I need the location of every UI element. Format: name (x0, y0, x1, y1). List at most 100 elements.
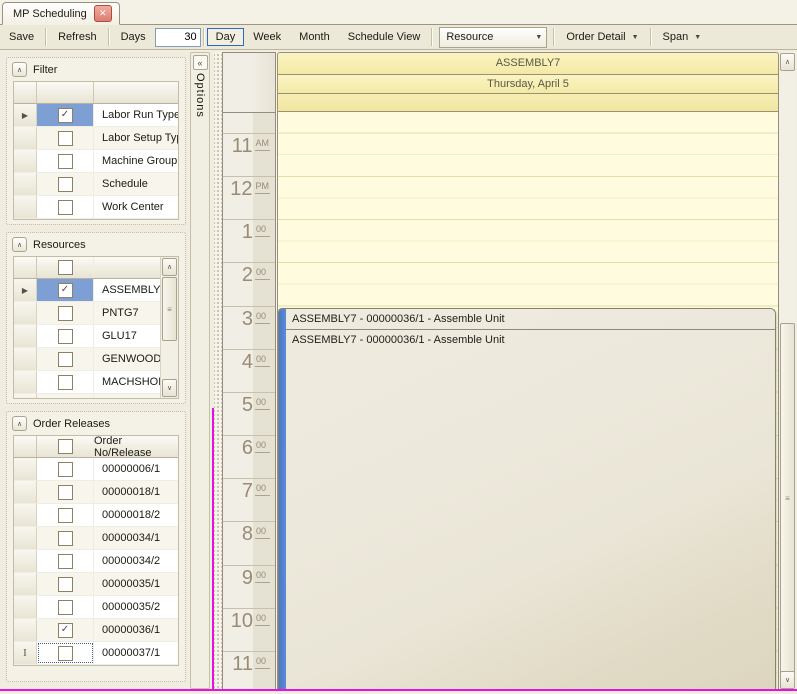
row-selector[interactable] (14, 173, 37, 195)
row-selector[interactable] (14, 371, 37, 393)
current-row-arrow-icon[interactable]: ▶ (14, 104, 37, 126)
span-menu-button[interactable]: Span ▼ (654, 28, 711, 46)
appointment-body[interactable]: ASSEMBLY7 - 00000036/1 - Assemble UnitAS… (286, 309, 775, 690)
checkbox-cell[interactable] (37, 196, 94, 218)
checkbox-cell[interactable] (37, 394, 94, 399)
checkbox-cell[interactable] (37, 550, 94, 572)
table-row[interactable]: WELD7 (14, 394, 161, 399)
table-row[interactable]: 00000006/1 (14, 458, 178, 481)
table-row[interactable]: 00000018/2 (14, 504, 178, 527)
checkbox-cell[interactable] (37, 458, 94, 480)
day-view-button[interactable]: Day (207, 28, 245, 46)
table-row[interactable]: Schedule (14, 173, 178, 196)
expand-chevron-icon[interactable]: « (193, 55, 208, 70)
days-count-input[interactable] (155, 28, 201, 47)
checkbox-cell[interactable] (37, 325, 94, 347)
table-row[interactable]: 00000034/1 (14, 527, 178, 550)
row-selector[interactable]: I (14, 642, 37, 664)
checkbox-cell[interactable]: ✓ (37, 279, 94, 301)
table-row[interactable]: ▶✓Labor Run Type (14, 104, 178, 127)
table-row[interactable]: MACHSHOP7 (14, 371, 161, 394)
table-row[interactable]: PNTG7 (14, 302, 161, 325)
row-selector[interactable] (14, 196, 37, 218)
calendar-scrollbar[interactable]: ∧ ≡ ∨ (779, 52, 796, 690)
checkbox-cell[interactable] (37, 302, 94, 324)
checkbox-cell[interactable] (37, 527, 94, 549)
checkbox-cell[interactable] (37, 173, 94, 195)
table-row[interactable]: Labor Setup Type (14, 127, 178, 150)
checkbox-cell[interactable]: ✓ (37, 104, 94, 126)
checkbox-cell[interactable] (37, 596, 94, 618)
table-row[interactable]: 00000035/2 (14, 596, 178, 619)
collapse-chevron-icon[interactable]: ∧ (12, 62, 27, 77)
checkbox-cell[interactable] (37, 348, 94, 370)
save-button[interactable]: Save (0, 28, 43, 46)
month-view-button[interactable]: Month (290, 28, 339, 46)
checkbox[interactable] (58, 154, 73, 169)
resources-scrollbar[interactable]: ∧ ≡ ∨ (160, 257, 178, 398)
order-detail-menu-button[interactable]: Order Detail ▼ (557, 28, 647, 46)
row-selector[interactable] (14, 394, 37, 399)
checkbox[interactable] (58, 646, 73, 661)
table-row[interactable]: ✓00000036/1 (14, 619, 178, 642)
scrollbar-thumb[interactable]: ≡ (780, 323, 795, 674)
checkbox[interactable]: ✓ (58, 108, 73, 123)
checkbox-cell[interactable]: ✓ (37, 619, 94, 641)
row-selector[interactable] (14, 127, 37, 149)
resource-dropdown[interactable]: Resource ▼ (439, 27, 547, 48)
checkbox[interactable] (58, 131, 73, 146)
table-row[interactable]: 00000035/1 (14, 573, 178, 596)
resource-column-header[interactable]: ASSEMBLY7 (277, 52, 779, 74)
checkbox[interactable] (58, 554, 73, 569)
checkbox-cell[interactable] (37, 504, 94, 526)
table-row[interactable]: GENWOOD7 (14, 348, 161, 371)
checkbox-cell[interactable] (37, 573, 94, 595)
row-selector[interactable] (14, 481, 37, 503)
table-row[interactable]: 00000018/1 (14, 481, 178, 504)
checkbox[interactable] (58, 531, 73, 546)
row-selector[interactable] (14, 302, 37, 324)
checkbox[interactable] (58, 177, 73, 192)
select-all-checkbox[interactable] (58, 260, 73, 275)
refresh-button[interactable]: Refresh (49, 28, 106, 46)
table-row[interactable]: Machine Group (14, 150, 178, 173)
checkbox-cell[interactable] (37, 481, 94, 503)
row-selector[interactable] (14, 348, 37, 370)
checkbox-cell[interactable] (37, 371, 94, 393)
row-selector[interactable] (14, 550, 37, 572)
checkbox[interactable] (58, 200, 73, 215)
row-selector[interactable] (14, 150, 37, 172)
options-collapsed-panel[interactable]: « Options (190, 52, 210, 689)
checkbox[interactable] (58, 485, 73, 500)
checkbox[interactable] (58, 375, 73, 390)
table-row[interactable]: Work Center (14, 196, 178, 219)
row-selector[interactable] (14, 527, 37, 549)
checkbox[interactable] (58, 352, 73, 367)
checkbox-cell[interactable] (37, 150, 94, 172)
row-selector[interactable] (14, 596, 37, 618)
scroll-down-icon[interactable]: ∨ (780, 671, 795, 689)
checkbox[interactable] (58, 462, 73, 477)
day-grid[interactable]: ASSEMBLY7 - 00000036/1 - Assemble UnitAS… (277, 112, 779, 690)
collapse-chevron-icon[interactable]: ∧ (12, 416, 27, 431)
all-day-area[interactable] (277, 93, 779, 112)
checkbox[interactable] (58, 508, 73, 523)
checkbox[interactable] (58, 329, 73, 344)
close-icon[interactable]: ✕ (94, 5, 112, 22)
checkbox[interactable] (58, 398, 73, 400)
checkbox[interactable]: ✓ (58, 283, 73, 298)
appointment-block[interactable]: ASSEMBLY7 - 00000036/1 - Assemble UnitAS… (278, 308, 776, 690)
checkbox[interactable] (58, 577, 73, 592)
checkbox[interactable] (58, 306, 73, 321)
collapse-chevron-icon[interactable]: ∧ (12, 237, 27, 252)
current-row-arrow-icon[interactable]: ▶ (14, 279, 37, 301)
row-selector[interactable] (14, 619, 37, 641)
table-row[interactable]: 00000034/2 (14, 550, 178, 573)
appointment-label[interactable]: ASSEMBLY7 - 00000036/1 - Assemble Unit (286, 330, 775, 350)
scroll-up-icon[interactable]: ∧ (780, 53, 795, 71)
row-selector[interactable] (14, 504, 37, 526)
row-selector[interactable] (14, 458, 37, 480)
table-row[interactable]: I00000037/1 (14, 642, 178, 665)
row-selector[interactable] (14, 573, 37, 595)
schedule-view-button[interactable]: Schedule View (339, 28, 430, 46)
